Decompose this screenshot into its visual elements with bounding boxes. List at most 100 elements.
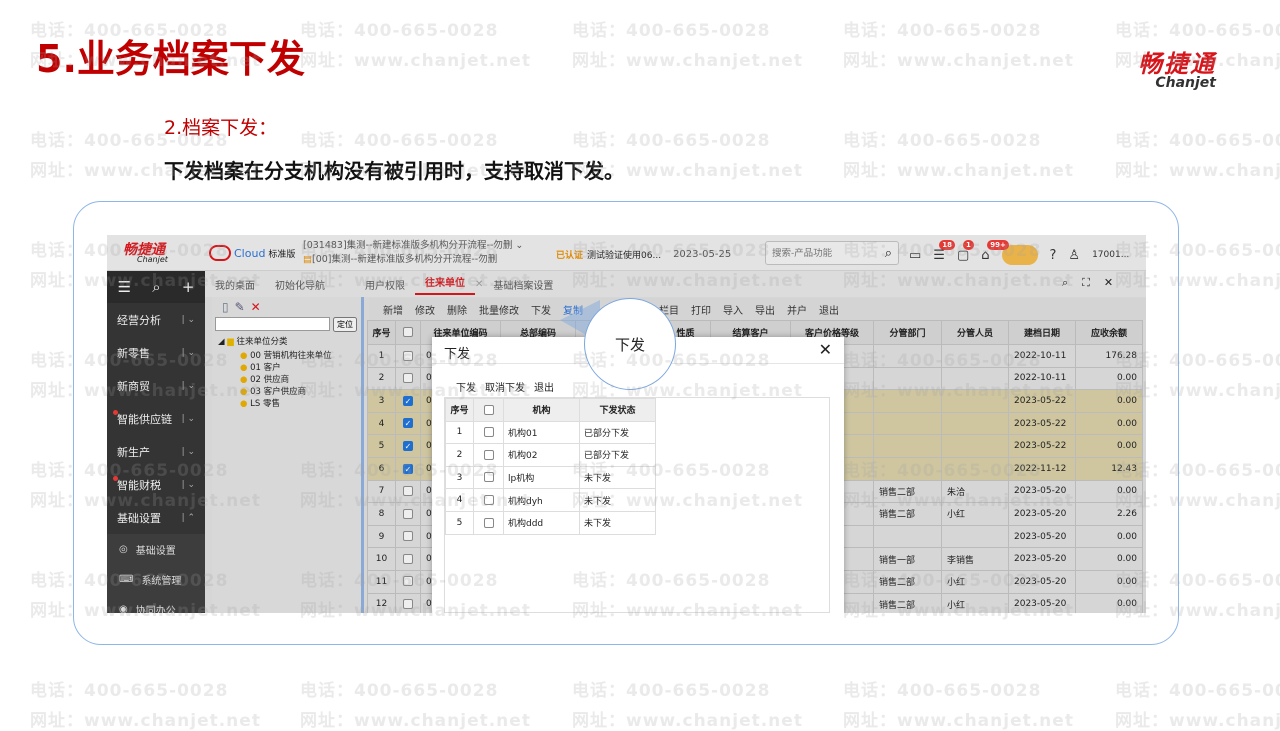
edit-icon[interactable]: ✎: [235, 300, 245, 314]
org-checkbox-cell: [473, 488, 504, 512]
tree-node[interactable]: ● 03 客户供应商: [240, 386, 361, 398]
user-name[interactable]: 17001...: [1092, 250, 1129, 260]
dialog-action-button[interactable]: 下发: [456, 379, 476, 394]
toolbar-button[interactable]: 退出: [819, 302, 839, 317]
dialog-select-all-checkbox[interactable]: [483, 404, 494, 415]
row-checkbox[interactable]: ✓: [403, 418, 413, 429]
dialog-column-header: 下发状态: [579, 398, 656, 422]
org-checkbox[interactable]: [483, 472, 494, 483]
sidebar-subitem[interactable]: ◎ 基础设置: [107, 534, 205, 564]
user-icon[interactable]: ♙: [1068, 248, 1080, 263]
tree-node[interactable]: ● LS 零售: [240, 398, 361, 410]
row-checkbox[interactable]: [403, 486, 413, 497]
column-header[interactable]: [395, 320, 421, 345]
tree-node[interactable]: ● 02 供应商: [240, 374, 361, 386]
menu-icon[interactable]: ☰: [118, 278, 131, 296]
table-cell: 销售一部: [873, 547, 942, 571]
sidebar-item[interactable]: 新零售 | ⌄: [107, 336, 205, 369]
dialog-action-button[interactable]: 取消下发: [485, 379, 525, 394]
tab[interactable]: 往来单位: [415, 274, 475, 295]
row-checkbox[interactable]: ✓: [403, 395, 413, 406]
table-cell: [873, 344, 942, 368]
tab-close-icon[interactable]: ✕: [475, 279, 483, 290]
select-all-checkbox[interactable]: [403, 327, 413, 338]
new-doc-icon[interactable]: ▯: [222, 300, 229, 314]
column-header[interactable]: 建档日期: [1008, 320, 1076, 345]
row-checkbox[interactable]: [403, 576, 413, 587]
task-icon[interactable]: ☰ 18: [933, 239, 956, 263]
sidebar-item[interactable]: 经营分析 | ⌄: [107, 303, 205, 336]
dialog-action-button[interactable]: 退出: [534, 379, 554, 394]
toolbar-button[interactable]: 新增: [383, 302, 403, 317]
table-cell: [873, 411, 942, 436]
delete-icon[interactable]: ✕: [251, 300, 261, 314]
tab[interactable]: 基础档案设置: [483, 277, 563, 292]
table-cell: 0.00: [1075, 366, 1143, 391]
tab[interactable]: 初始化导航: [265, 277, 335, 292]
org-checkbox[interactable]: [483, 427, 494, 438]
search-icon[interactable]: ⌕: [885, 246, 892, 261]
table-cell: 2023-05-20: [1008, 479, 1076, 504]
locate-button[interactable]: 定位: [333, 317, 357, 332]
notification-dot: [113, 476, 118, 481]
row-checkbox[interactable]: [403, 553, 413, 564]
help-icon[interactable]: ?: [1050, 248, 1057, 263]
org-checkbox[interactable]: [483, 517, 494, 528]
toolbar-button[interactable]: 导入: [723, 302, 743, 317]
org-row[interactable]: 3 lp机构 未下发: [445, 465, 656, 490]
dialog-column-header: [473, 398, 504, 422]
toolbar-button[interactable]: 修改: [415, 302, 435, 317]
column-header[interactable]: 应收余额: [1075, 320, 1143, 345]
message-icon[interactable]: ▢ 1: [957, 239, 974, 263]
tree-search-input[interactable]: [215, 317, 330, 331]
bell-icon[interactable]: ⌂ 99+: [981, 239, 1009, 263]
row-checkbox[interactable]: [403, 599, 413, 610]
sidebar-subitem[interactable]: ◉ 协同办公: [107, 594, 205, 613]
org-checkbox-cell: [473, 465, 504, 490]
org-checkbox[interactable]: [483, 494, 494, 505]
tree-node[interactable]: ● 00 营销机构往来单位: [240, 350, 361, 362]
tab[interactable]: 我的桌面: [205, 277, 265, 292]
sidebar-item[interactable]: 智能财税 | ⌄: [107, 468, 205, 501]
org-row[interactable]: 4 机构dyh 未下发: [445, 488, 656, 512]
column-header[interactable]: 分管人员: [941, 320, 1009, 345]
row-checkbox[interactable]: ✓: [403, 463, 413, 474]
zoom-icon[interactable]: ⌕: [1062, 276, 1068, 290]
column-header[interactable]: 序号: [367, 320, 396, 345]
maximize-icon[interactable]: ⛶: [1082, 276, 1090, 290]
toolbar-button[interactable]: 打印: [691, 302, 711, 317]
row-checkbox[interactable]: [403, 531, 413, 542]
sidebar-item[interactable]: 新商贸 | ⌄: [107, 369, 205, 402]
toolbar-button[interactable]: 删除: [447, 302, 467, 317]
row-checkbox[interactable]: [403, 508, 413, 519]
row-checkbox[interactable]: [403, 350, 413, 361]
org-row[interactable]: 5 机构ddd 未下发: [445, 510, 656, 535]
toolbar-button[interactable]: 并户: [787, 302, 807, 317]
save-icon[interactable]: ▭: [909, 248, 921, 263]
sidebar-subitem[interactable]: ⌨ 系统管理: [107, 564, 205, 594]
org-checkbox[interactable]: [483, 449, 494, 460]
gear-icon: ◎: [119, 543, 128, 555]
column-header[interactable]: 分管部门: [873, 320, 942, 345]
search-box[interactable]: ⌕: [765, 241, 899, 265]
tree-node[interactable]: ● 01 客户: [240, 362, 361, 374]
tab[interactable]: 用户权限: [355, 277, 415, 292]
account-selector[interactable]: [031483]集测--新建标准版多机构分开流程--勿删 ⌄ ▤[00]集测--…: [303, 239, 523, 267]
tree-root[interactable]: ◢ ▆ 往来单位分类: [212, 332, 361, 350]
dialog-column-header: 序号: [445, 398, 474, 422]
org-row[interactable]: 2 机构02 已部分下发: [445, 443, 656, 467]
sidebar-search-icon[interactable]: ⌕: [152, 278, 160, 296]
dialog-close-icon[interactable]: ✕: [819, 340, 832, 359]
toolbar-button[interactable]: 导出: [755, 302, 775, 317]
search-input[interactable]: [772, 247, 872, 259]
sidebar-item[interactable]: 新生产 | ⌄: [107, 435, 205, 468]
add-icon[interactable]: +: [182, 278, 195, 296]
tree-node-label: 03 客户供应商: [250, 387, 307, 397]
row-checkbox[interactable]: ✓: [403, 440, 413, 451]
row-checkbox[interactable]: [403, 373, 413, 384]
sidebar-item[interactable]: 智能供应链 | ⌄: [107, 402, 205, 435]
org-row[interactable]: 1 机构01 已部分下发: [445, 420, 656, 445]
close-icon[interactable]: ✕: [1104, 276, 1113, 290]
toolbar-button[interactable]: 批量修改: [479, 302, 519, 317]
sidebar-item[interactable]: 基础设置 | ⌃: [107, 501, 205, 534]
